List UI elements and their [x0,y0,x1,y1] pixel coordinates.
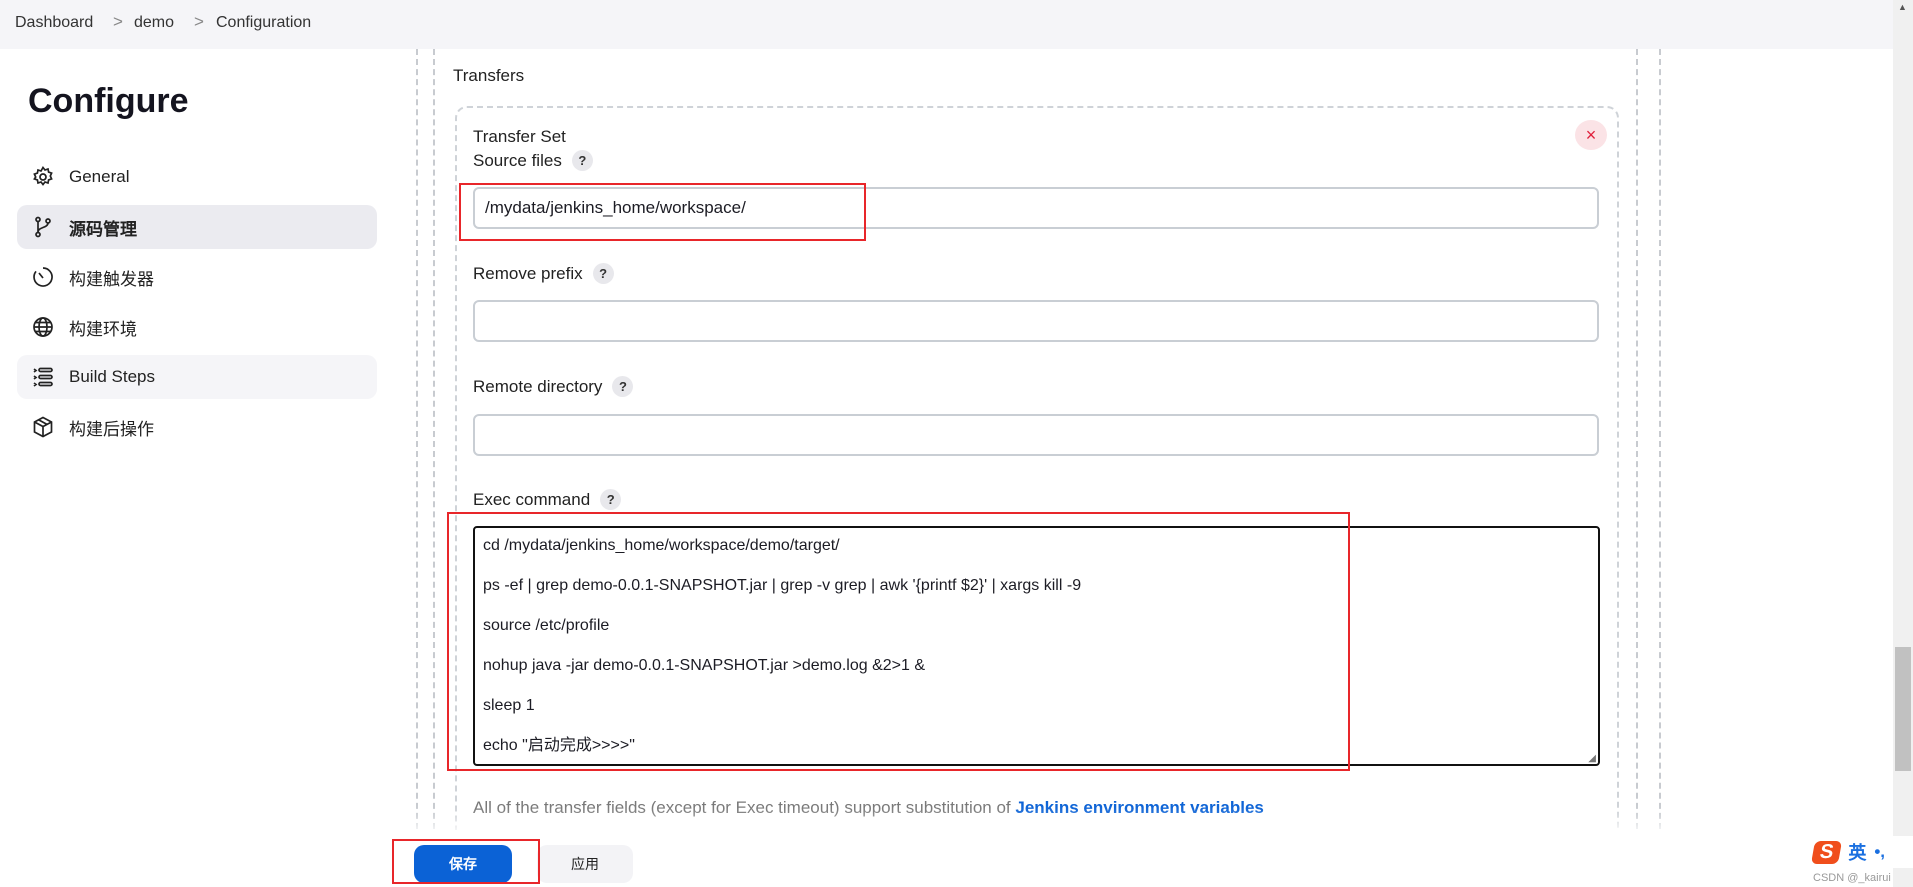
annotation-highlight [447,512,1350,771]
sidebar-item-build-triggers[interactable]: 构建触发器 [17,255,377,299]
page-title: Configure [28,82,189,120]
list-icon [33,367,53,387]
sidebar-item-build-steps[interactable]: Build Steps [17,355,377,399]
globe-icon [33,317,53,337]
breadcrumb-separator: > [194,12,204,31]
package-icon [33,416,53,438]
exec-command-label: Exec command [473,489,591,509]
sidebar-item-label: 构建后操作 [69,419,154,439]
ime-punct: •, [1874,842,1886,861]
help-text-body: All of the transfer fields (except for E… [473,798,1016,817]
watermark: CSDN @_kairui [1813,872,1891,884]
sidebar-item-label: General [69,167,130,186]
remove-prefix-label: Remove prefix [473,263,583,283]
scrollbar-thumb[interactable] [1895,647,1911,771]
help-icon[interactable]: ? [592,263,614,284]
sidebar-item-label: 构建触发器 [69,269,154,289]
ime-toolbar[interactable]: S 英 •, [1810,836,1913,868]
breadcrumb-configuration[interactable]: Configuration [216,14,311,32]
annotation-highlight [459,183,866,241]
section-border [416,49,418,839]
section-border [1659,49,1661,839]
section-border [1636,49,1638,839]
scroll-up-icon[interactable]: ▲ [1898,2,1907,12]
bottom-app-bar [0,830,1893,887]
jenkins-env-vars-link[interactable]: Jenkins environment variables [1015,798,1264,817]
transfers-label: Transfers [453,66,525,85]
close-icon: × [1585,124,1597,145]
breadcrumb-demo[interactable]: demo [134,14,174,32]
annotation-highlight [392,839,540,884]
help-text: All of the transfer fields (except for E… [473,798,1264,818]
gear-icon [33,165,53,186]
help-icon[interactable]: ? [600,489,622,510]
sidebar-item-source-management[interactable]: 源码管理 [17,205,377,249]
transfer-set-title: Transfer Set [473,127,566,146]
sidebar-item-label: Build Steps [69,367,155,386]
breadcrumb-separator: > [113,12,123,31]
ime-language: 英 [1848,843,1867,863]
source-files-label: Source files [473,150,562,170]
sogou-logo-icon: S [1810,840,1843,864]
help-icon[interactable]: ? [571,150,593,171]
sidebar-item-general[interactable]: General [17,155,377,199]
resize-handle-icon[interactable]: ◢ [1588,753,1596,764]
help-icon[interactable]: ? [612,376,634,397]
breadcrumb-dashboard[interactable]: Dashboard [15,14,93,32]
delete-transfer-set-button[interactable]: × [1575,120,1607,150]
apply-button[interactable]: 应用 [537,845,633,883]
sidebar-item-label: 构建环境 [69,319,137,339]
remote-directory-label: Remote directory [473,376,603,396]
timer-icon [33,267,53,287]
branch-icon [35,216,51,238]
remove-prefix-input[interactable] [473,300,1599,342]
scrollbar[interactable]: ▲ [1893,0,1913,887]
sidebar-item-label: 源码管理 [69,219,137,239]
sidebar-item-post-build-actions[interactable]: 构建后操作 [17,405,377,449]
section-border [433,49,435,839]
sidebar-item-build-environment[interactable]: 构建环境 [17,305,377,349]
remote-directory-input[interactable] [473,414,1599,456]
